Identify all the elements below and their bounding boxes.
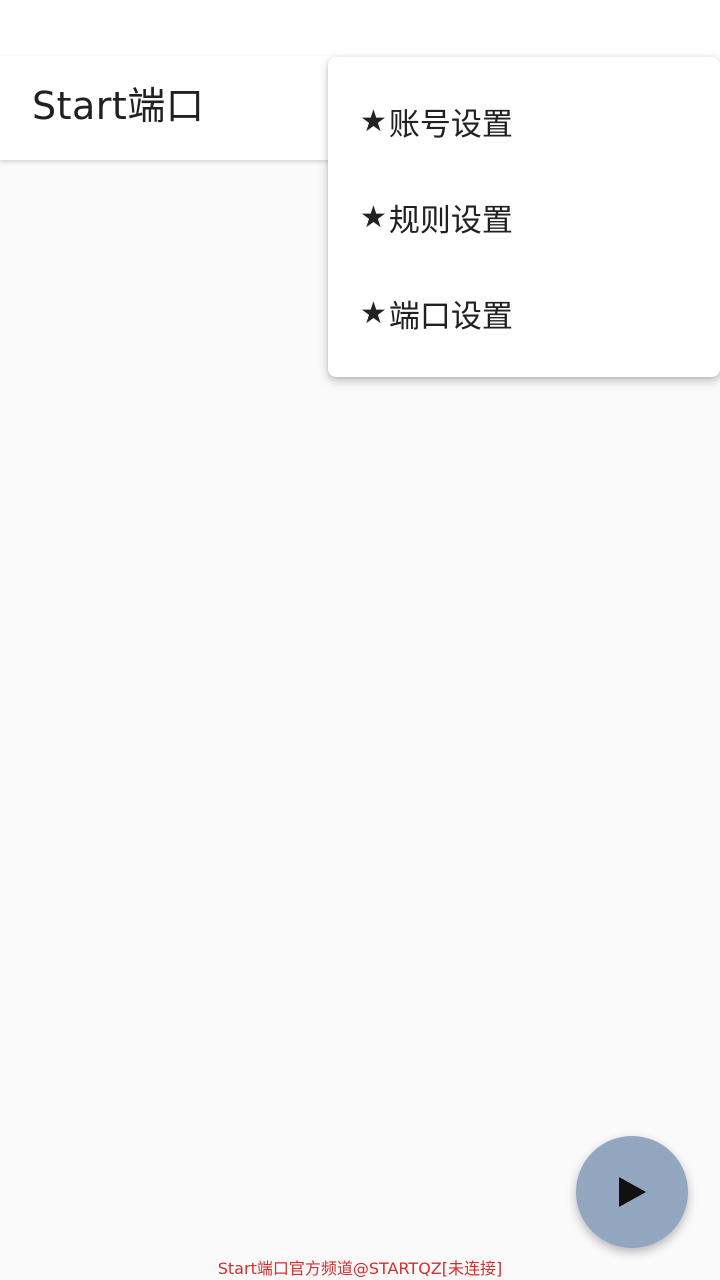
footer-channel-status: Start端口官方频道@STARTQZ[未连接]	[217, 1259, 503, 1278]
star-icon: ★	[360, 199, 387, 235]
menu-item-account-settings[interactable]: ★ 账号设置	[328, 73, 720, 169]
start-fab-button[interactable]	[576, 1136, 688, 1248]
play-icon	[619, 1177, 646, 1207]
menu-item-port-settings[interactable]: ★ 端口设置	[328, 265, 720, 361]
app-title: Start端口	[32, 84, 205, 128]
star-icon: ★	[360, 103, 387, 139]
menu-item-label: 规则设置	[388, 202, 513, 239]
menu-item-rule-settings[interactable]: ★ 规则设置	[328, 169, 720, 265]
menu-item-label: 账号设置	[388, 106, 513, 143]
overflow-menu: ★ 账号设置 ★ 规则设置 ★ 端口设置	[328, 57, 720, 377]
menu-item-label: 端口设置	[388, 298, 513, 335]
star-icon: ★	[360, 295, 387, 331]
status-bar	[0, 0, 720, 56]
